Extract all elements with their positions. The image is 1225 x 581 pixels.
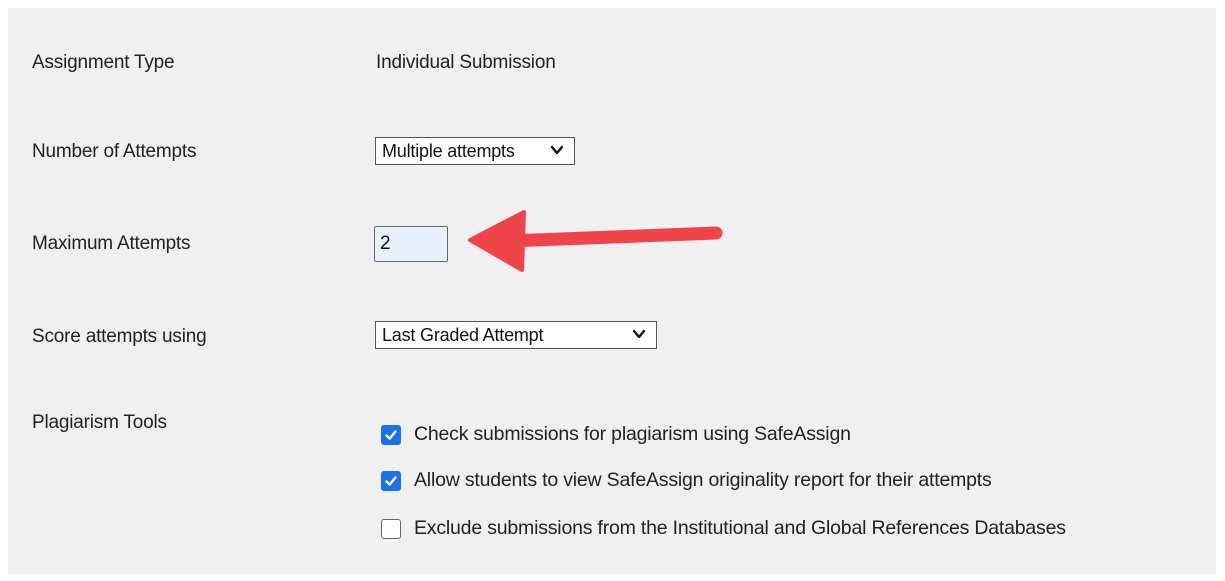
chevron-down-icon [632,329,646,339]
assignment-type-label: Assignment Type [32,52,175,73]
plagiarism-tools-label: Plagiarism Tools [32,412,167,433]
maximum-attempts-label: Maximum Attempts [32,233,191,254]
originality-report-checkbox[interactable] [381,470,401,491]
score-attempts-select[interactable]: Last Graded Attempt [375,321,657,349]
exclude-submissions-label: Exclude submissions from the Institution… [414,517,1066,539]
safeassign-check-checkbox[interactable] [381,424,401,445]
number-of-attempts-selected: Multiple attempts [382,140,515,161]
exclude-submissions-checkbox[interactable] [381,518,401,539]
safeassign-check-label: Check submissions for plagiarism using S… [414,423,851,445]
chevron-down-icon [550,145,564,155]
checkmark-icon [385,429,397,440]
number-of-attempts-select[interactable]: Multiple attempts [375,137,575,165]
maximum-attempts-input[interactable]: 2 [374,226,448,262]
red-arrow-icon [468,210,723,272]
score-attempts-label: Score attempts using [32,326,207,347]
originality-report-option[interactable]: Allow students to view SafeAssign origin… [381,469,992,492]
assignment-settings-panel: Assignment Type Individual Submission Nu… [8,8,1216,574]
safeassign-check-option[interactable]: Check submissions for plagiarism using S… [381,423,851,446]
checkmark-icon [385,475,397,486]
exclude-submissions-option[interactable]: Exclude submissions from the Institution… [381,517,1066,540]
assignment-type-value: Individual Submission [376,52,556,73]
number-of-attempts-label: Number of Attempts [32,141,197,162]
originality-report-label: Allow students to view SafeAssign origin… [414,469,992,491]
score-attempts-selected: Last Graded Attempt [382,324,544,345]
